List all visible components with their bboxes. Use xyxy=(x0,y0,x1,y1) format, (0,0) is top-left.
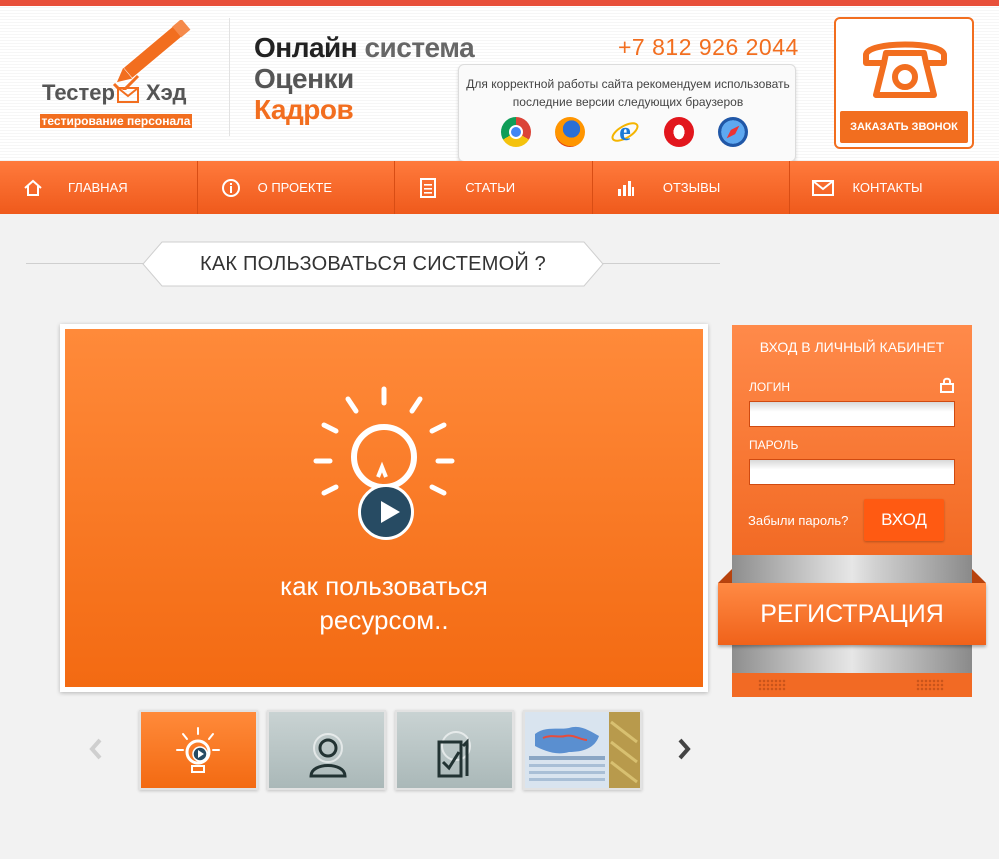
section-title-text: КАК ПОЛЬЗОВАТЬСЯ СИСТЕМОЙ ? xyxy=(200,253,546,275)
panel-bottom xyxy=(732,673,972,697)
section-title: КАК ПОЛЬЗОВАТЬСЯ СИСТЕМОЙ ? xyxy=(142,241,604,287)
register-button[interactable]: РЕГИСТРАЦИЯ xyxy=(718,583,986,645)
nav-item-about[interactable]: О ПРОЕКТЕ xyxy=(198,161,396,214)
header-divider xyxy=(229,18,230,136)
slogan: Онлайн система Оценки Кадров xyxy=(254,32,475,125)
decor-dots-left xyxy=(758,679,786,691)
map-screenshot xyxy=(525,712,640,788)
video-caption-line1: как пользоваться xyxy=(280,571,488,601)
ribbon-fold-right xyxy=(972,569,986,583)
login-form: ВХОД В ЛИЧНЫЙ КАБИНЕТ ЛОГИН ПАРОЛЬ Забыл… xyxy=(732,325,972,557)
play-button[interactable] xyxy=(358,484,414,540)
login-title: ВХОД В ЛИЧНЫЙ КАБИНЕТ xyxy=(759,339,945,355)
video-thumb-3[interactable] xyxy=(395,710,514,790)
browser-note: Для корректной работы сайта рекомендуем … xyxy=(466,77,790,109)
video-thumb-2[interactable] xyxy=(267,710,386,790)
telephone-icon xyxy=(863,41,947,98)
envelope-check-icon xyxy=(117,87,139,103)
document-icon xyxy=(417,177,439,199)
video-caption-line2: ресурсом.. xyxy=(319,605,449,635)
video-player[interactable]: как пользоваться ресурсом.. xyxy=(60,324,708,692)
slogan-line2: Оценки xyxy=(254,63,354,94)
user-icon xyxy=(309,733,347,778)
logo-tagline: тестирование персонала xyxy=(40,114,192,128)
chevron-left-icon[interactable] xyxy=(86,736,106,762)
video-caption: как пользоваться ресурсом.. xyxy=(65,569,703,637)
svg-text:e: e xyxy=(619,117,631,146)
logo-name-right: Хэд xyxy=(146,80,187,105)
nav-label-articles: СТАТЬИ xyxy=(465,180,516,195)
phone-number[interactable]: +7 812 926 2044 xyxy=(618,34,799,61)
nav-item-home[interactable]: ГЛАВНАЯ xyxy=(0,161,198,214)
login-button[interactable]: ВХОД xyxy=(864,499,944,541)
login-input[interactable] xyxy=(749,401,955,427)
video-thumb-1[interactable] xyxy=(139,710,258,790)
logo-name: Тестер Хэд xyxy=(42,78,192,108)
safari-icon[interactable] xyxy=(718,117,748,147)
slogan-line1-bold: Онлайн xyxy=(254,32,358,63)
home-icon xyxy=(22,177,44,199)
nav-item-articles[interactable]: СТАТЬИ xyxy=(395,161,593,214)
ie-icon[interactable]: e xyxy=(610,117,640,147)
video-thumb-4[interactable] xyxy=(523,710,642,790)
firefox-icon[interactable] xyxy=(555,117,585,147)
logo-name-left: Тестер xyxy=(42,80,115,105)
logo[interactable]: Тестер Хэд тестирование персонала xyxy=(38,20,198,134)
forgot-password-link[interactable]: Забыли пароль? xyxy=(748,513,848,528)
checklist-icon xyxy=(437,731,471,778)
slogan-line1-rest: система xyxy=(364,32,475,63)
chevron-right-icon[interactable] xyxy=(674,736,694,762)
login-label: ЛОГИН xyxy=(749,380,790,394)
main-nav: ГЛАВНАЯ О ПРОЕКТЕ СТАТЬИ ОТЗЫВЫ КОНТАКТЫ xyxy=(0,161,999,214)
video-screen: как пользоваться ресурсом.. xyxy=(65,329,703,687)
browser-recommendation: Для корректной работы сайта рекомендуем … xyxy=(458,64,796,162)
nav-label-contacts: КОНТАКТЫ xyxy=(852,180,923,195)
decor-dots-right xyxy=(916,679,944,691)
nav-label-home: ГЛАВНАЯ xyxy=(68,180,128,195)
password-input[interactable] xyxy=(749,459,955,485)
chrome-icon[interactable] xyxy=(501,117,531,147)
envelope-icon xyxy=(812,177,835,199)
lightbulb-icon xyxy=(176,727,220,773)
site-header: Тестер Хэд тестирование персонала Онлайн… xyxy=(0,6,999,162)
password-label: ПАРОЛЬ xyxy=(749,438,799,452)
nav-label-reviews: ОТЗЫВЫ xyxy=(662,180,721,195)
nav-item-reviews[interactable]: ОТЗЫВЫ xyxy=(593,161,791,214)
nav-label-about: О ПРОЕКТЕ xyxy=(257,180,333,195)
nav-item-contacts[interactable]: КОНТАКТЫ xyxy=(790,161,999,214)
lock-icon xyxy=(940,377,954,393)
opera-icon[interactable] xyxy=(664,117,694,147)
callback-box: ЗАКАЗАТЬ ЗВОНОК xyxy=(834,17,974,149)
bar-chart-icon xyxy=(615,177,637,199)
order-call-button[interactable]: ЗАКАЗАТЬ ЗВОНОК xyxy=(840,111,968,143)
info-icon xyxy=(220,177,242,199)
slogan-line3: Кадров xyxy=(254,94,354,125)
ribbon-fold-left xyxy=(718,569,732,583)
